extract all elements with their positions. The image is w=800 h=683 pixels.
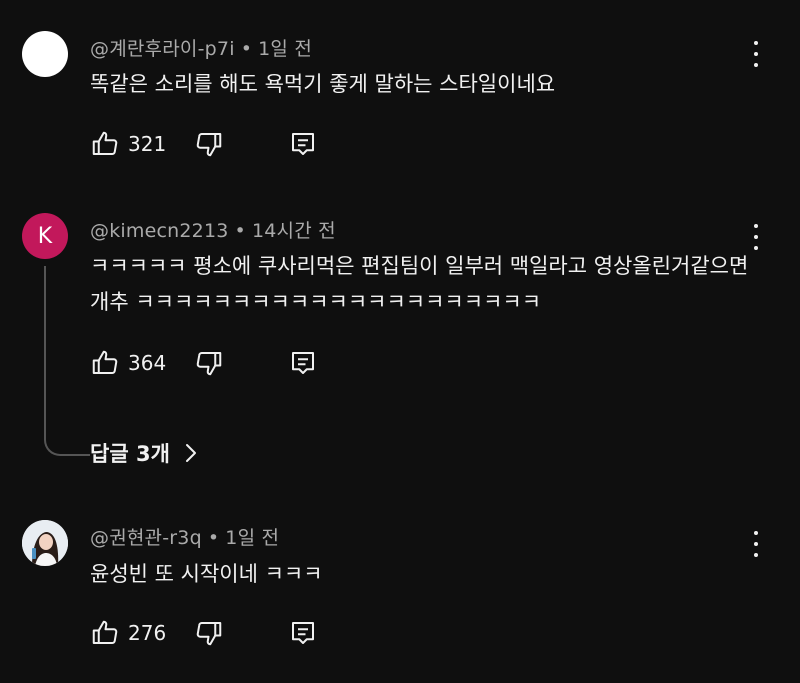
thumb-down-icon <box>196 351 222 376</box>
comment-time[interactable]: 14시간 전 <box>252 220 336 242</box>
comment-meta: @권현관-r3q • 1일 전 <box>90 523 279 550</box>
reply-button[interactable] <box>288 618 318 648</box>
more-vertical-icon[interactable] <box>746 41 766 67</box>
like-count: 364 <box>128 351 167 375</box>
avatar[interactable] <box>22 520 68 566</box>
replies-label: 답글 3개 <box>90 442 170 466</box>
reply-icon <box>292 622 314 644</box>
thumb-down-icon <box>196 621 222 646</box>
meta-separator: • <box>207 527 220 549</box>
comment-author[interactable]: @계란후라이-p7i <box>90 38 235 60</box>
comment-author[interactable]: @권현관-r3q <box>90 527 202 549</box>
avatar-photo <box>22 520 68 566</box>
avatar[interactable]: K <box>22 213 68 259</box>
chevron-right-icon <box>185 444 196 462</box>
meta-separator: • <box>234 220 246 242</box>
reply-icon <box>292 352 314 374</box>
avatar[interactable] <box>22 31 68 77</box>
comment-meta: @계란후라이-p7i • 1일 전 <box>90 34 312 61</box>
avatar-letter: K <box>37 223 53 249</box>
dislike-button[interactable] <box>194 129 224 159</box>
like-button[interactable]: 321 <box>90 129 166 159</box>
thumb-down-icon <box>196 132 222 157</box>
comment-actions: 321 <box>90 129 330 163</box>
reply-icon <box>292 133 314 155</box>
reply-button[interactable] <box>288 348 318 378</box>
thumb-up-icon <box>92 620 118 645</box>
comment-time[interactable]: 1일 전 <box>258 38 312 60</box>
comment-time[interactable]: 1일 전 <box>225 527 279 549</box>
like-count: 321 <box>128 132 167 156</box>
comment-actions: 364 <box>90 348 330 382</box>
thumb-up-icon <box>92 350 118 375</box>
comment-text: 똑같은 소리를 해도 욕먹기 좋게 말하는 스타일이네요 <box>90 72 556 96</box>
meta-separator: • <box>240 38 253 60</box>
reply-button[interactable] <box>288 129 318 159</box>
more-vertical-icon[interactable] <box>746 531 766 557</box>
dislike-button[interactable] <box>194 348 224 378</box>
comment-meta: @kimecn2213 • 14시간 전 <box>90 216 336 243</box>
comment-actions: 276 <box>90 618 330 652</box>
view-replies-button[interactable]: 답글 3개 <box>90 438 198 468</box>
comment-text: 윤성빈 또 시작이네 ㅋㅋㅋ <box>90 562 323 586</box>
like-count: 276 <box>128 621 167 645</box>
comment-text: ㅋㅋㅋㅋㅋ 평소에 쿠사리먹은 편집팀이 일부러 맥일라고 영상올린거같으면 개… <box>90 254 755 314</box>
dislike-button[interactable] <box>194 618 224 648</box>
like-button[interactable]: 364 <box>90 348 166 378</box>
like-button[interactable]: 276 <box>90 618 166 648</box>
more-vertical-icon[interactable] <box>746 224 766 250</box>
thread-line <box>44 266 90 456</box>
comment-author[interactable]: @kimecn2213 <box>90 220 229 242</box>
thumb-up-icon <box>92 131 118 156</box>
